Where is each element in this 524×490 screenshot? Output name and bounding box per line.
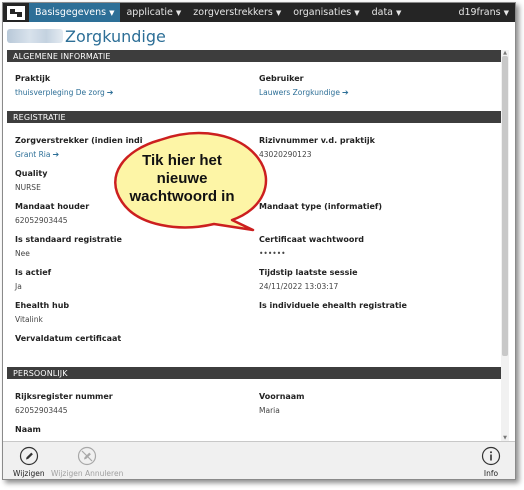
scrollbar-thumb[interactable] xyxy=(502,56,508,356)
zorgverstrekker-link[interactable]: Grant Ria ➔ xyxy=(15,150,143,159)
section-algemeen: Praktijk thuisverpleging De zorg ➔ Gebrui… xyxy=(7,62,501,111)
field-value: 62052903445 xyxy=(15,406,68,415)
field-standaard-registratie: Is standaard registratie Nee xyxy=(15,235,255,258)
field-laatste-sessie: Tijdstip laatste sessie 24/11/2022 13:03… xyxy=(259,268,499,291)
field-label: Is standaard registratie xyxy=(15,235,122,244)
chevron-down-icon: ▼ xyxy=(503,8,509,17)
field-gebruiker: Gebruiker Lauwers Zorgkundige ➔ xyxy=(259,74,499,97)
info-icon xyxy=(481,446,501,466)
nav-data[interactable]: data ▼ xyxy=(366,3,408,22)
nav-user-label: d19frans xyxy=(458,7,501,18)
field-value: Maria xyxy=(259,406,280,415)
field-label: Mandaat houder xyxy=(15,202,90,211)
field-value: Vitalink xyxy=(15,315,43,324)
chevron-down-icon: ▼ xyxy=(275,8,282,17)
field-voornaam: Voornaam Maria xyxy=(259,392,499,415)
field-mandaat-type: Mandaat type (informatief) xyxy=(259,202,499,211)
detail-content: ALGEMENE INFORMATIE Praktijk thuisverple… xyxy=(7,50,501,441)
section-registratie: Zorgverstrekker (indien individuele regi… xyxy=(7,123,501,367)
nav-basisgegevens-label: Basisgegevens xyxy=(35,7,107,18)
field-is-actief: Is actief Ja xyxy=(15,268,255,291)
field-label: Certificaat wachtwoord xyxy=(259,235,364,244)
edit-pencil-icon xyxy=(19,446,38,466)
bottom-toolbar: Wijzigen Wijzigen Annuleren Info xyxy=(3,441,515,479)
field-label: Mandaat type (informatief) xyxy=(259,202,383,211)
nav-user-menu[interactable]: d19frans ▼ xyxy=(452,3,515,22)
arrow-right-icon: ➔ xyxy=(106,88,114,97)
field-value: Nee xyxy=(15,249,30,258)
field-ehealth-hub: Ehealth hub Vitalink xyxy=(15,301,255,324)
field-label: Voornaam xyxy=(259,392,305,401)
field-label: Rijksregister nummer xyxy=(15,392,113,401)
field-quality: Quality NURSE xyxy=(15,169,255,192)
field-zorgverstrekker: Zorgverstrekker (indien individuele regi… xyxy=(15,136,143,159)
field-label: Is individuele ehealth registratie xyxy=(259,301,407,310)
arrow-right-icon: ➔ xyxy=(52,150,60,159)
certificaat-wachtwoord-value[interactable]: •••••• xyxy=(259,249,499,258)
field-value: 62052903445 xyxy=(15,216,68,225)
field-label: Is actief xyxy=(15,268,52,277)
section-header-registratie: REGISTRATIE xyxy=(7,111,501,123)
app-logo-icon[interactable] xyxy=(3,3,29,22)
cancel-edit-icon xyxy=(78,446,97,466)
field-label: Gebruiker xyxy=(259,74,304,83)
field-naam: Naam xyxy=(15,425,255,434)
gebruiker-link[interactable]: Lauwers Zorgkundige ➔ xyxy=(259,88,499,97)
field-label: Praktijk xyxy=(15,74,51,83)
field-label: Zorgverstrekker (indien individuele regi xyxy=(15,136,143,145)
chevron-down-icon: ▼ xyxy=(109,8,115,17)
wijzigen-button[interactable]: Wijzigen xyxy=(13,446,45,478)
field-label: Rizivnummer v.d. praktijk xyxy=(259,136,375,145)
field-rijksregister: Rijksregister nummer 62052903445 xyxy=(15,392,255,415)
nav-zorgverstrekkers[interactable]: zorgverstrekkers ▼ xyxy=(187,3,287,22)
nav-applicatie[interactable]: applicatie ▼ xyxy=(120,3,187,22)
wijzigen-annuleren-button[interactable]: Wijzigen Annuleren xyxy=(51,446,123,478)
content-scrollbar[interactable]: ▲ ▼ xyxy=(501,50,509,441)
field-value: NURSE xyxy=(15,183,41,192)
praktijk-link[interactable]: thuisverpleging De zorg ➔ xyxy=(15,88,255,97)
section-persoonlijk: Rijksregister nummer 62052903445 Voornaa… xyxy=(7,379,501,441)
nav-data-label: data xyxy=(371,7,393,18)
field-label: Ehealth hub xyxy=(15,301,70,310)
top-navbar: Basisgegevens ▼ applicatie ▼ zorgverstre… xyxy=(3,3,515,22)
info-button[interactable]: Info xyxy=(481,446,501,478)
page-title: Zorgkundige xyxy=(65,26,166,46)
field-certificaat-wachtwoord: Certificaat wachtwoord •••••• xyxy=(259,235,499,258)
field-label: Quality xyxy=(15,169,48,178)
page-header: Zorgkundige xyxy=(3,22,515,50)
wijzigen-annuleren-label: Wijzigen Annuleren xyxy=(51,469,124,478)
redacted-name xyxy=(7,29,63,43)
info-label: Info xyxy=(483,469,499,478)
field-individuele-registratie: Is individuele ehealth registratie xyxy=(259,301,499,310)
field-vervaldatum: Vervaldatum certificaat xyxy=(15,334,255,343)
field-label: Vervaldatum certificaat xyxy=(15,334,122,343)
field-value: Ja xyxy=(15,282,22,291)
nav-organisaties[interactable]: organisaties ▼ xyxy=(287,3,365,22)
nav-basisgegevens[interactable]: Basisgegevens ▼ xyxy=(29,3,121,22)
field-riziv: Rizivnummer v.d. praktijk 43020290123 xyxy=(259,136,499,159)
app-window: Basisgegevens ▼ applicatie ▼ zorgverstre… xyxy=(2,2,516,480)
field-label: Naam xyxy=(15,425,41,434)
field-value: 43020290123 xyxy=(259,150,312,159)
section-header-persoonlijk: PERSOONLIJK xyxy=(7,367,501,379)
field-value: 24/11/2022 13:03:17 xyxy=(259,282,339,291)
chevron-down-icon: ▼ xyxy=(354,8,360,17)
field-praktijk: Praktijk thuisverpleging De zorg ➔ xyxy=(15,74,255,97)
chevron-down-icon: ▼ xyxy=(175,8,182,17)
section-header-algemeen: ALGEMENE INFORMATIE xyxy=(7,50,501,62)
nav-organisaties-label: organisaties xyxy=(293,7,352,18)
arrow-right-icon: ➔ xyxy=(341,88,349,97)
nav-zorgverstrekkers-label: zorgverstrekkers xyxy=(193,7,273,18)
nav-applicatie-label: applicatie xyxy=(126,7,173,18)
field-label: Tijdstip laatste sessie xyxy=(259,268,358,277)
field-mandaat-houder: Mandaat houder 62052903445 xyxy=(15,202,255,225)
wijzigen-label: Wijzigen xyxy=(13,469,45,478)
chevron-down-icon: ▼ xyxy=(396,8,402,17)
